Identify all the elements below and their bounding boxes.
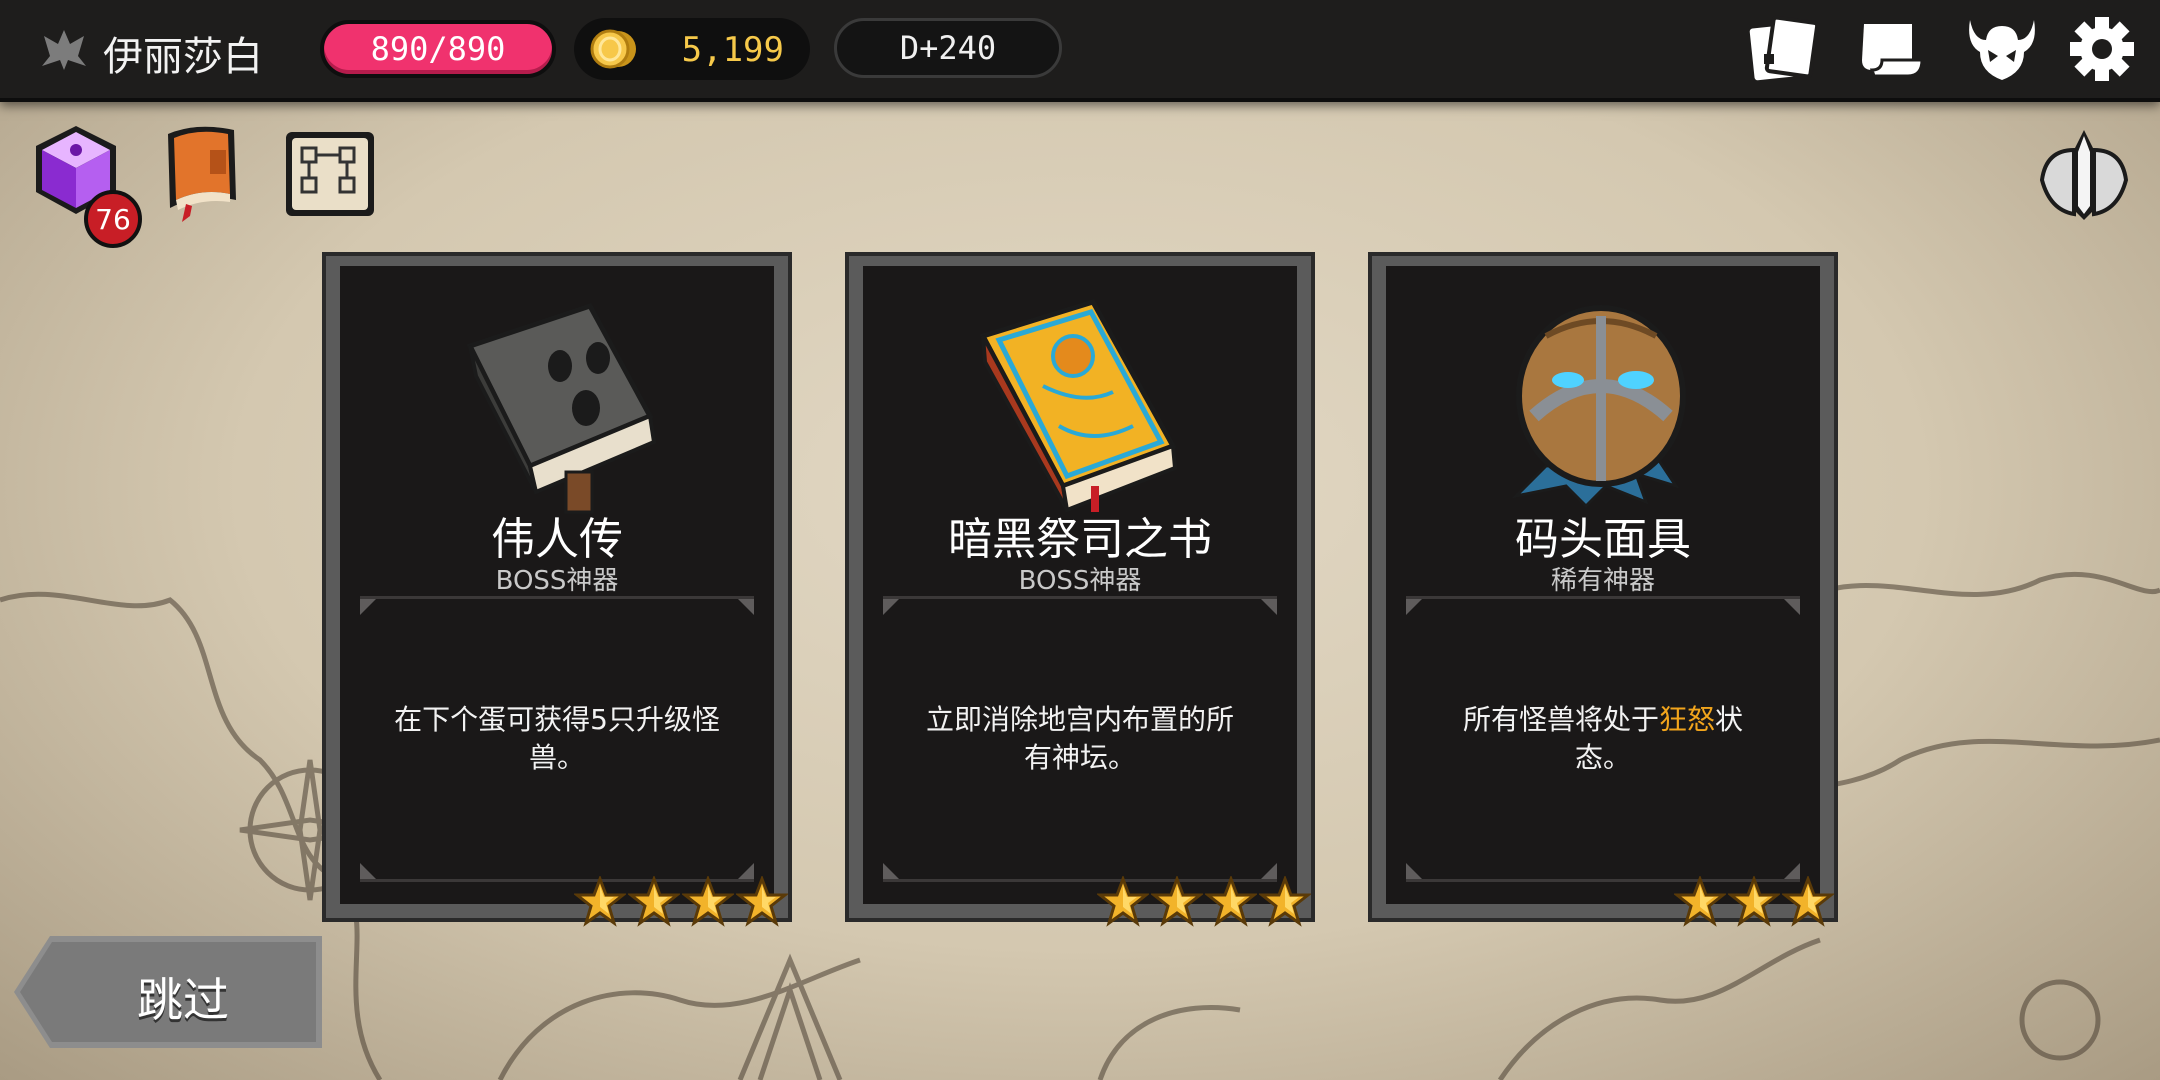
gold-display: 5,199 <box>574 18 810 80</box>
card-title: 暗黑祭司之书 <box>948 514 1212 565</box>
card-inner: 码头面具 稀有神器 所有怪兽将处于狂怒状态。 <box>1386 266 1820 904</box>
star-rating <box>572 874 790 930</box>
card-type: BOSS神器 <box>1018 566 1142 596</box>
artifact-card-1[interactable]: 伟人传 BOSS神器 在下个蛋可获得5只升级怪兽。 <box>322 252 792 927</box>
player-crest-icon <box>42 30 86 70</box>
blueprint-scroll-icon[interactable] <box>278 126 382 222</box>
card-description: 立即消除地宫内布置的所有神坛。 <box>925 703 1234 774</box>
description-frame: 在下个蛋可获得5只升级怪兽。 <box>360 596 754 882</box>
artifact-card-2[interactable]: 暗黑祭司之书 BOSS神器 立即消除地宫内布置的所有神坛。 <box>845 252 1315 927</box>
description-frame: 立即消除地宫内布置的所有神坛。 <box>883 596 1277 882</box>
card-description: 所有怪兽将处于狂怒状态。 <box>1462 703 1744 774</box>
star-icon <box>1257 874 1313 928</box>
card-description: 在下个蛋可获得5只升级怪兽。 <box>394 703 720 774</box>
demon-skull-icon[interactable] <box>1964 14 2040 84</box>
star-icon <box>1672 874 1728 928</box>
orange-book-icon[interactable] <box>156 118 246 224</box>
skip-label: 跳过 <box>137 973 229 1027</box>
artifact-card-3[interactable]: 码头面具 稀有神器 所有怪兽将处于狂怒状态。 <box>1368 252 1838 927</box>
cards-icon[interactable] <box>1744 14 1820 84</box>
day-counter: D+240 <box>834 18 1062 78</box>
description-frame: 所有怪兽将处于狂怒状态。 <box>1406 596 1800 882</box>
star-rating <box>1672 874 1836 930</box>
skip-button[interactable]: 跳过 <box>14 936 322 1048</box>
star-icon <box>734 874 790 928</box>
top-bar: 伊丽莎白 890/890 5,199 D+240 <box>0 0 2160 102</box>
card-inner: 暗黑祭司之书 BOSS神器 立即消除地宫内布置的所有神坛。 <box>863 266 1297 904</box>
scroll-map-icon[interactable] <box>1854 14 1930 84</box>
rage-keyword: 狂怒 <box>1658 703 1715 736</box>
cube-count-badge: 76 <box>84 190 142 248</box>
gold-coin-icon <box>590 29 636 69</box>
star-icon <box>626 874 682 928</box>
gear-icon[interactable] <box>2064 14 2140 84</box>
stone-face-book-icon <box>466 302 657 514</box>
card-title: 伟人传 <box>491 514 623 565</box>
golden-book-icon <box>979 299 1178 513</box>
hp-display: 890/890 <box>320 20 556 78</box>
gold-value: 5,199 <box>681 30 784 70</box>
star-icon <box>572 874 628 928</box>
star-icon <box>1095 874 1151 928</box>
card-type: BOSS神器 <box>495 566 619 596</box>
card-type: 稀有神器 <box>1550 566 1655 596</box>
star-icon <box>1203 874 1259 928</box>
star-icon <box>680 874 736 928</box>
player-name: 伊丽莎白 <box>103 34 263 80</box>
star-icon <box>1149 874 1205 928</box>
star-icon <box>1726 874 1782 928</box>
star-icon <box>1780 874 1836 928</box>
wooden-mask-icon <box>1511 305 1686 509</box>
winged-emblem-icon[interactable] <box>2036 120 2132 224</box>
star-rating <box>1095 874 1313 930</box>
card-inner: 伟人传 BOSS神器 在下个蛋可获得5只升级怪兽。 <box>340 266 774 904</box>
card-title: 码头面具 <box>1515 514 1691 565</box>
